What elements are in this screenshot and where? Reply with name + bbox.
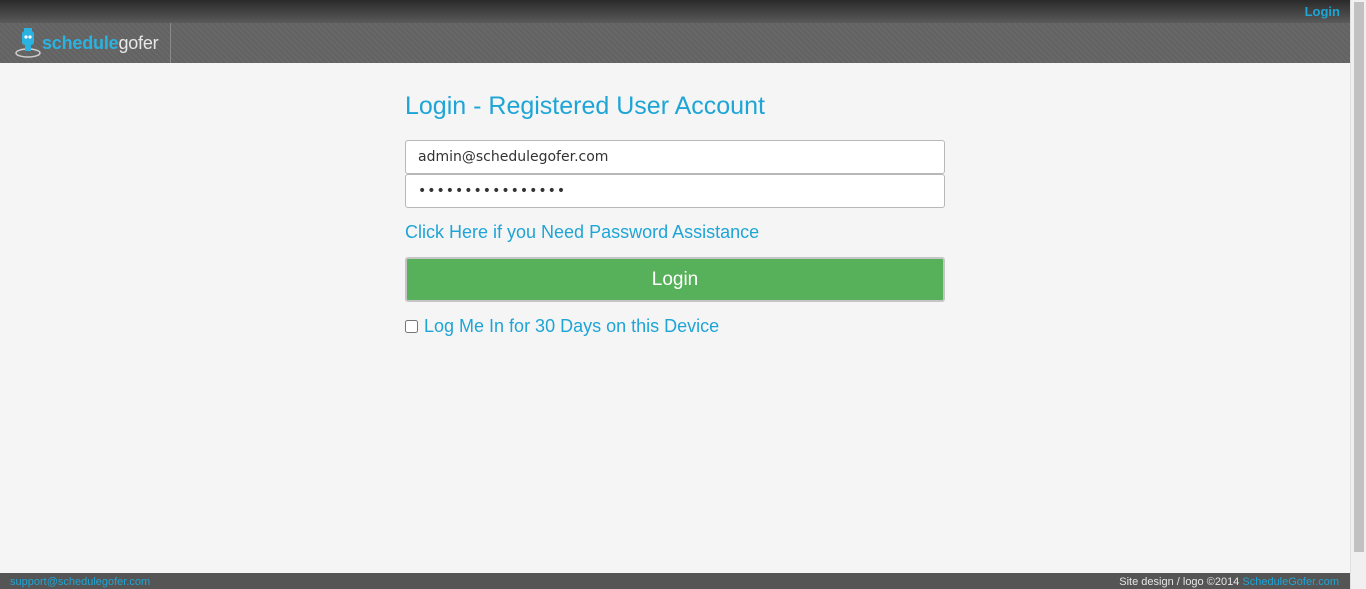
remember-me-label[interactable]: Log Me In for 30 Days on this Device xyxy=(424,316,719,337)
footer-site-link[interactable]: ScheduleGofer.com xyxy=(1242,576,1339,588)
remember-me-row: Log Me In for 30 Days on this Device xyxy=(405,316,945,337)
scrollbar-thumb[interactable] xyxy=(1354,2,1364,552)
password-field[interactable] xyxy=(405,174,945,208)
logo-text-gofer: gofer xyxy=(118,32,159,53)
footer-credit: Site design / logo ©2014 ScheduleGofer.c… xyxy=(1119,576,1339,588)
top-login-link[interactable]: Login xyxy=(1305,4,1340,19)
gofer-mascot-icon xyxy=(14,27,44,59)
header-divider xyxy=(170,23,171,63)
vertical-scrollbar[interactable] xyxy=(1350,0,1366,589)
site-header: schedulegofer xyxy=(0,23,1350,63)
email-field[interactable] xyxy=(405,140,945,174)
site-footer: support@schedulegofer.com Site design / … xyxy=(0,573,1350,589)
support-email-link[interactable]: support@schedulegofer.com xyxy=(10,576,150,588)
top-bar: Login xyxy=(0,0,1350,23)
logo-text: schedulegofer xyxy=(42,32,159,54)
login-button[interactable]: Login xyxy=(405,257,945,302)
password-assistance-link[interactable]: Click Here if you Need Password Assistan… xyxy=(405,222,945,243)
remember-me-checkbox[interactable] xyxy=(405,320,418,333)
logo[interactable]: schedulegofer xyxy=(14,27,164,59)
login-panel: Login - Registered User Account Click He… xyxy=(405,90,945,337)
footer-credit-text: Site design / logo ©2014 xyxy=(1119,576,1240,588)
logo-text-schedule: schedule xyxy=(42,32,119,53)
page-title: Login - Registered User Account xyxy=(405,92,765,120)
